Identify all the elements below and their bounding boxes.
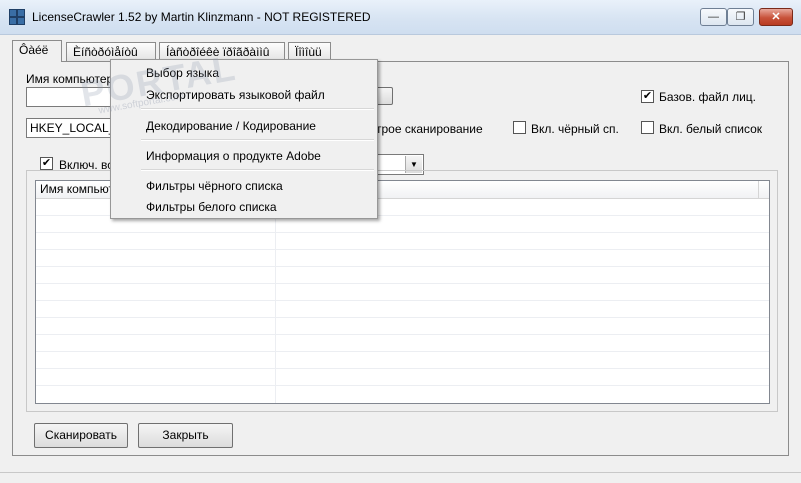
browse-button[interactable] <box>376 87 393 105</box>
registry-key-input[interactable]: HKEY_LOCAL_M <box>26 118 116 138</box>
app-icon <box>9 9 25 25</box>
menu-separator <box>141 169 374 171</box>
column-separator <box>275 198 276 403</box>
base-license-file-checkbox[interactable]: ✔ <box>641 90 654 103</box>
maximize-icon: ❐ <box>735 11 746 23</box>
minimize-button[interactable]: — <box>700 8 727 26</box>
blacklist-label: Вкл. чёрный сп. <box>531 122 619 136</box>
menu-item-decode-encode[interactable]: Декодирование / Кодирование <box>113 116 375 136</box>
window-title: LicenseCrawler 1.52 by Martin Klinzmann … <box>32 10 371 24</box>
check-icon: ✔ <box>41 157 52 169</box>
tab-label: Èíñòðóìåíòû <box>73 45 138 59</box>
close-icon: ✕ <box>771 11 781 23</box>
include-all-checkbox[interactable]: ✔ <box>40 157 53 170</box>
menu-item-whitelist-filters[interactable]: Фильтры белого списка <box>113 197 375 217</box>
scan-button[interactable]: Сканировать <box>34 423 128 448</box>
whitelist-label: Вкл. белый список <box>659 122 762 136</box>
tab-label: Ôàéë <box>19 43 49 57</box>
column-header-filler <box>759 181 769 198</box>
whitelist-checkbox[interactable] <box>641 121 654 134</box>
fast-scan-label: строе сканирование <box>370 122 483 136</box>
close-button[interactable]: Закрыть <box>138 423 233 448</box>
blacklist-checkbox[interactable] <box>513 121 526 134</box>
menu-item-adobe-info[interactable]: Информация о продукте Adobe <box>113 146 375 166</box>
check-icon: ✔ <box>642 90 653 102</box>
tab-file[interactable]: Ôàéë <box>12 40 62 62</box>
maximize-button[interactable]: ❐ <box>727 8 754 26</box>
minimize-icon: — <box>708 11 719 23</box>
close-window-button[interactable]: ✕ <box>759 8 793 26</box>
tab-label: Ïîìîùü <box>295 45 322 59</box>
base-license-file-label: Базов. файл лиц. <box>659 90 756 104</box>
menu-separator <box>141 108 374 110</box>
title-bar[interactable]: LicenseCrawler 1.52 by Martin Klinzmann … <box>0 0 801 35</box>
menu-item-blacklist-filters[interactable]: Фильтры чёрного списка <box>113 176 375 196</box>
status-bar <box>0 472 801 483</box>
menu-separator <box>141 139 374 141</box>
